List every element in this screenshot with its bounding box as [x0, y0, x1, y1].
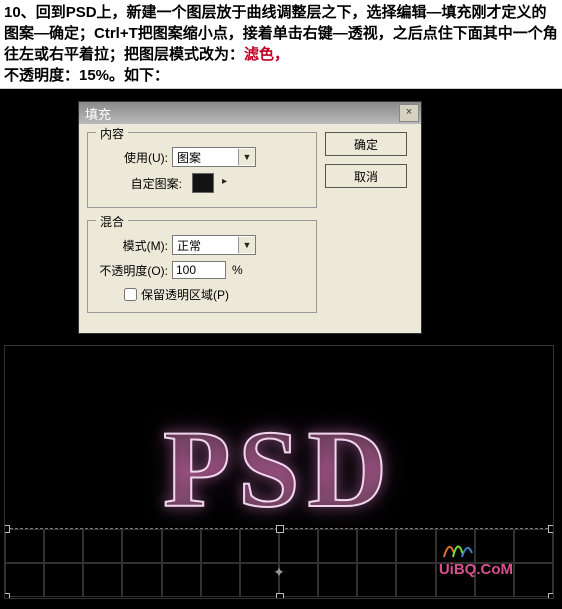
- instruction-text: 10、回到PSD上，新建一个图层放于曲线调整层之下，选择编辑—填充刚才定义的图案…: [0, 0, 562, 89]
- blend-legend: 混合: [96, 213, 128, 230]
- transform-center-icon[interactable]: ✦: [273, 564, 285, 581]
- transform-handle[interactable]: [4, 525, 10, 533]
- opacity-label: 不透明度(O):: [96, 262, 168, 279]
- highlight-text: 滤色，: [244, 46, 289, 63]
- dialog-titlebar[interactable]: 填充 ×: [79, 102, 421, 124]
- preserve-transparency-checkbox[interactable]: [124, 288, 137, 301]
- mode-label: 模式(M):: [96, 237, 168, 254]
- use-label: 使用(U):: [96, 149, 168, 166]
- content-fieldset: 内容 使用(U): 图案 ▼ 自定图案:: [87, 132, 317, 208]
- dropdown-arrow-icon: ▼: [238, 237, 255, 253]
- opacity-input[interactable]: [172, 261, 226, 279]
- fill-dialog: 填充 × 内容 使用(U): 图案 ▼ 自定: [78, 101, 422, 334]
- transform-handle[interactable]: [548, 593, 554, 599]
- custom-pattern-label: 自定图案:: [126, 175, 182, 192]
- pattern-swatch[interactable]: [192, 173, 214, 193]
- watermark-text: UiBQ.CoM: [439, 561, 513, 578]
- mode-dropdown[interactable]: 正常 ▼: [172, 235, 256, 255]
- transform-handle[interactable]: [276, 525, 284, 533]
- cancel-button[interactable]: 取消: [325, 164, 407, 188]
- transform-handle[interactable]: [4, 593, 10, 599]
- psd-text-effect: PSD: [5, 406, 553, 533]
- artwork-canvas: PSD ✦ UiBQ.CoM: [4, 345, 554, 599]
- transform-handle[interactable]: [548, 525, 554, 533]
- opacity-unit: %: [232, 263, 243, 277]
- step-number: 10、: [4, 4, 36, 21]
- screenshot-area: 填充 × 内容 使用(U): 图案 ▼ 自定: [0, 89, 562, 609]
- ok-button[interactable]: 确定: [325, 132, 407, 156]
- use-dropdown[interactable]: 图案 ▼: [172, 147, 256, 167]
- dialog-title: 填充: [85, 104, 111, 123]
- watermark: UiBQ.CoM: [439, 535, 513, 578]
- preserve-transparency-label: 保留透明区域(P): [141, 286, 229, 303]
- blend-fieldset: 混合 模式(M): 正常 ▼ 不透明度(O): %: [87, 220, 317, 313]
- transform-handle[interactable]: [276, 593, 284, 599]
- close-icon: ×: [406, 106, 412, 118]
- dropdown-arrow-icon: ▼: [238, 149, 255, 165]
- close-button[interactable]: ×: [399, 104, 419, 122]
- content-legend: 内容: [96, 125, 128, 142]
